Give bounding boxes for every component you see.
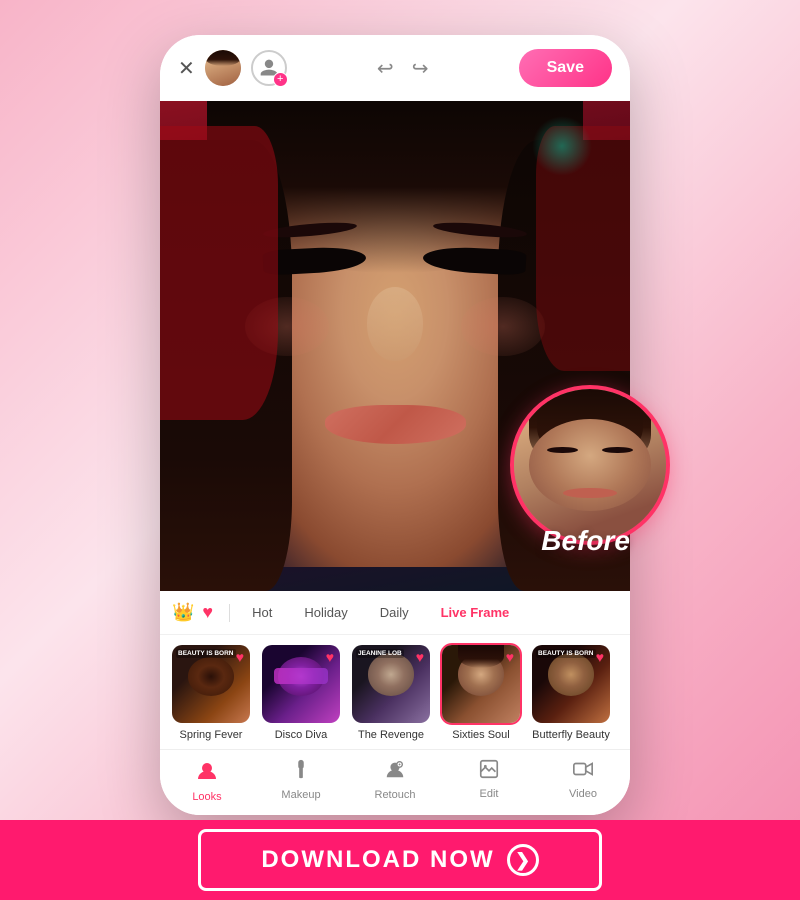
crown-tab[interactable]: 👑 — [172, 602, 194, 623]
filter-disco-diva[interactable]: ♥ Disco Diva — [260, 643, 342, 741]
nav-edit[interactable]: Edit — [442, 758, 536, 803]
toolbar-arrows: ↩ ↪ — [377, 56, 429, 81]
filter-heart-butterfly: ♥ — [596, 649, 604, 665]
filter-label-disco: Disco Diva — [260, 729, 342, 741]
tab-divider — [229, 604, 230, 622]
looks-icon — [195, 758, 219, 788]
app-container: ✕ + ↩ ↪ Save — [160, 35, 640, 835]
bokeh-teal — [532, 116, 592, 176]
filter-badge-butterfly: BEAUTY IS BORN — [536, 649, 596, 658]
download-text: DOWNLOAD NOW — [261, 846, 494, 874]
avatar[interactable] — [205, 50, 241, 86]
nav-edit-label: Edit — [480, 788, 499, 800]
bg-red-left — [160, 126, 278, 420]
bottom-nav: Looks Makeup — [160, 749, 630, 815]
filter-thumb-disco: ♥ — [260, 643, 342, 725]
before-face — [514, 389, 666, 541]
edit-icon — [478, 758, 500, 785]
filter-heart-revenge: ♥ — [416, 649, 424, 665]
nav-video-label: Video — [569, 788, 597, 800]
save-button[interactable]: Save — [519, 49, 612, 87]
makeup-icon — [290, 758, 312, 786]
add-plus-icon: + — [273, 72, 288, 87]
video-icon — [572, 758, 594, 785]
cheek-right — [461, 297, 546, 356]
filter-badge-spring: BEAUTY IS BORN — [176, 649, 236, 658]
lips — [325, 405, 466, 444]
filter-heart-disco: ♥ — [326, 649, 334, 665]
add-person-button[interactable]: + — [251, 50, 287, 86]
tab-liveframe[interactable]: Live Frame — [427, 599, 524, 626]
redo-button[interactable]: ↪ — [412, 56, 429, 81]
download-section[interactable]: DOWNLOAD NOW ❯ — [0, 820, 800, 900]
filter-thumb-sixties: ♥ — [440, 643, 522, 725]
filter-thumb-spring: BEAUTY IS BORN ♥ — [170, 643, 252, 725]
filter-label-spring: Spring Fever — [170, 729, 252, 741]
nav-makeup[interactable]: Makeup — [254, 758, 348, 803]
filter-thumb-butterfly: BEAUTY IS BORN ♥ — [530, 643, 612, 725]
nav-looks[interactable]: Looks — [160, 758, 254, 803]
download-button[interactable]: DOWNLOAD NOW ❯ — [198, 829, 601, 891]
tab-daily[interactable]: Daily — [366, 599, 423, 626]
nose — [367, 287, 423, 361]
nav-looks-label: Looks — [192, 791, 221, 803]
filter-badge-revenge: jeanine lob — [356, 649, 404, 658]
top-bar: ✕ + ↩ ↪ Save — [160, 35, 630, 101]
heart-tab[interactable]: ♥ — [202, 602, 213, 623]
tab-holiday[interactable]: Holiday — [290, 599, 361, 626]
filter-sixties-soul[interactable]: ♥ Sixties Soul — [440, 643, 522, 741]
filter-heart-spring: ♥ — [236, 649, 244, 665]
filter-label-butterfly: Butterfly Beauty — [530, 729, 612, 741]
tab-hot[interactable]: Hot — [238, 599, 286, 626]
filter-spring-fever[interactable]: BEAUTY IS BORN ♥ Spring Fever — [170, 643, 252, 741]
before-label: Before — [541, 525, 630, 557]
close-button[interactable]: ✕ — [178, 56, 195, 81]
filter-thumb-revenge: jeanine lob ♥ — [350, 643, 432, 725]
retouch-icon — [384, 758, 406, 786]
filter-butterfly-beauty[interactable]: BEAUTY IS BORN ♥ Butterfly Beauty — [530, 643, 612, 741]
filter-items-row: BEAUTY IS BORN ♥ Spring Fever — [160, 635, 630, 749]
filter-heart-sixties: ♥ — [506, 649, 514, 665]
filter-label-sixties: Sixties Soul — [440, 729, 522, 741]
nav-makeup-label: Makeup — [281, 789, 320, 801]
filter-tabs: 👑 ♥ Hot Holiday Daily Live Frame — [160, 591, 630, 749]
filter-the-revenge[interactable]: jeanine lob ♥ The Revenge — [350, 643, 432, 741]
undo-button[interactable]: ↩ — [377, 56, 394, 81]
before-bubble — [510, 385, 670, 545]
filter-label-revenge: The Revenge — [350, 729, 432, 741]
tabs-row: 👑 ♥ Hot Holiday Daily Live Frame — [160, 591, 630, 635]
download-arrow-icon: ❯ — [507, 844, 539, 876]
nav-retouch-label: Retouch — [375, 789, 416, 801]
nav-video[interactable]: Video — [536, 758, 630, 803]
nav-retouch[interactable]: Retouch — [348, 758, 442, 803]
top-bar-left: ✕ + — [178, 50, 287, 86]
